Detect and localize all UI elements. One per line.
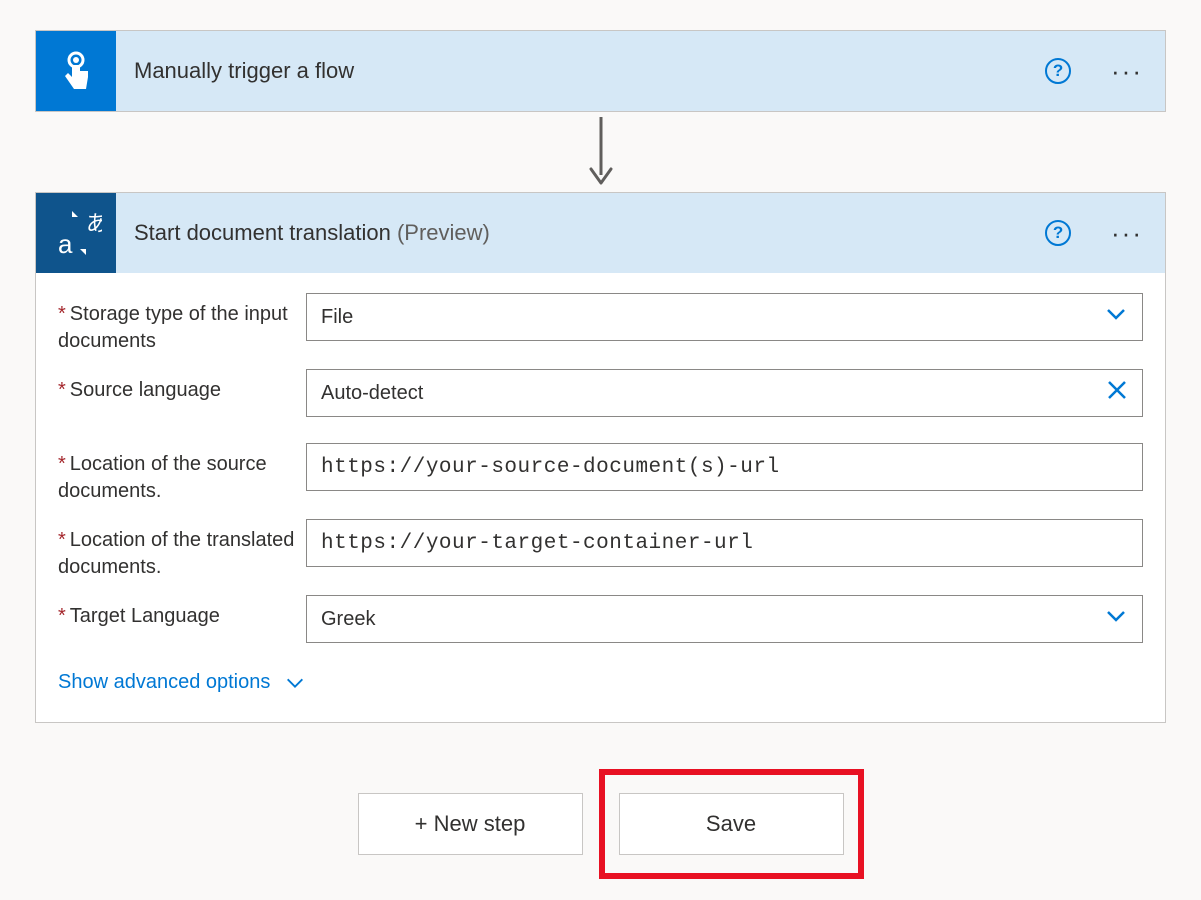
action-body: *Storage type of the input documents Fil… xyxy=(36,273,1165,722)
target-location-input[interactable]: https://your-target-container-url xyxy=(306,519,1143,567)
more-options-icon[interactable]: ··· xyxy=(1111,220,1143,246)
source-location-row: *Location of the source documents. https… xyxy=(58,443,1143,505)
trigger-header[interactable]: Manually trigger a flow ? ··· xyxy=(36,31,1165,111)
manual-trigger-icon xyxy=(36,31,116,111)
svg-text:a: a xyxy=(58,229,73,259)
source-location-label: *Location of the source documents. xyxy=(58,443,306,505)
storage-type-label: *Storage type of the input documents xyxy=(58,293,306,355)
footer-actions: + New step Save xyxy=(35,793,1166,855)
trigger-card: Manually trigger a flow ? ··· xyxy=(35,30,1166,112)
help-icon[interactable]: ? xyxy=(1045,58,1071,84)
chevron-down-icon xyxy=(284,672,306,694)
source-language-select[interactable]: Auto-detect xyxy=(306,369,1143,417)
more-options-icon[interactable]: ··· xyxy=(1111,58,1143,84)
storage-type-select[interactable]: File xyxy=(306,293,1143,341)
document-translation-icon: あ a xyxy=(36,193,116,273)
chevron-down-icon xyxy=(1104,604,1128,634)
chevron-down-icon xyxy=(1104,302,1128,332)
action-title: Start document translation (Preview) xyxy=(134,220,490,246)
help-icon[interactable]: ? xyxy=(1045,220,1071,246)
target-language-select[interactable]: Greek xyxy=(306,595,1143,643)
action-header[interactable]: あ a Start document translation (Preview)… xyxy=(36,193,1165,273)
preview-tag: (Preview) xyxy=(397,220,490,245)
flow-arrow-connector xyxy=(35,112,1166,192)
target-location-label: *Location of the translated documents. xyxy=(58,519,306,581)
trigger-title: Manually trigger a flow xyxy=(134,58,354,84)
source-location-input[interactable]: https://your-source-document(s)-url xyxy=(306,443,1143,491)
storage-type-row: *Storage type of the input documents Fil… xyxy=(58,293,1143,355)
action-card: あ a Start document translation (Preview)… xyxy=(35,192,1166,723)
source-language-row: *Source language Auto-detect xyxy=(58,369,1143,417)
target-language-label: *Target Language xyxy=(58,595,306,630)
save-button[interactable]: Save xyxy=(619,793,844,855)
target-language-row: *Target Language Greek xyxy=(58,595,1143,643)
new-step-button[interactable]: + New step xyxy=(358,793,583,855)
clear-x-icon[interactable] xyxy=(1106,379,1128,407)
show-advanced-options-link[interactable]: Show advanced options xyxy=(58,671,306,694)
svg-text:あ: あ xyxy=(86,211,102,236)
source-language-label: *Source language xyxy=(58,369,306,404)
target-location-row: *Location of the translated documents. h… xyxy=(58,519,1143,581)
